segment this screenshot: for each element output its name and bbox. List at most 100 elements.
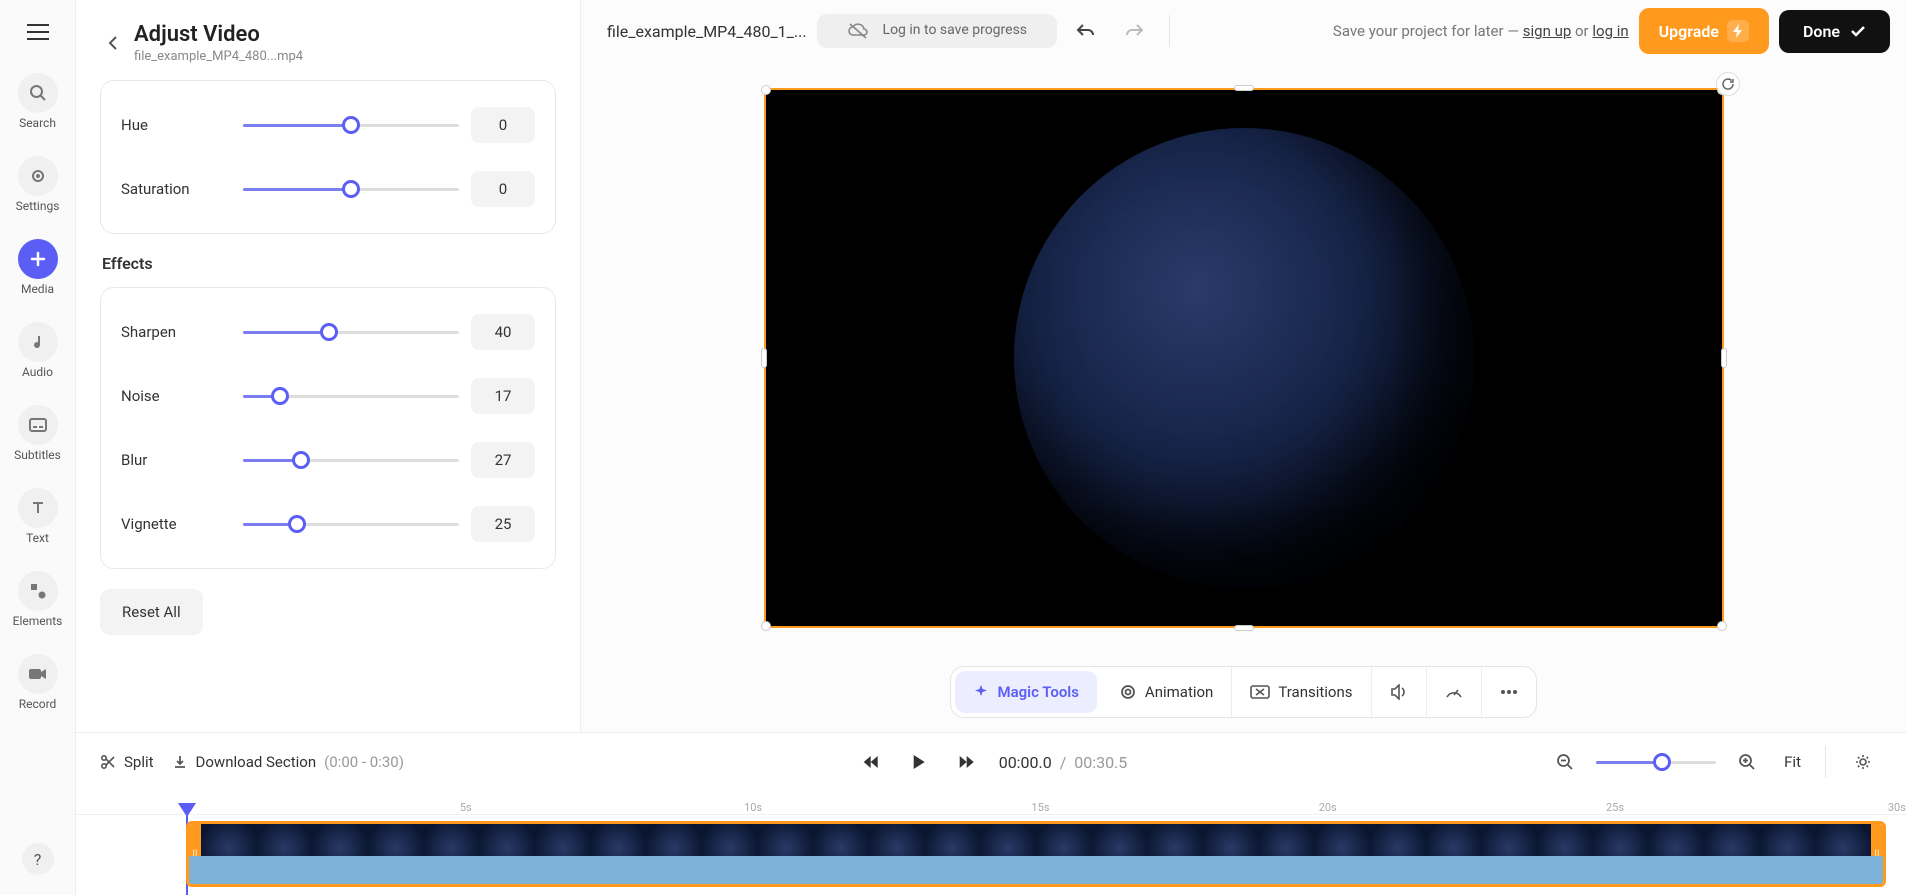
- video-clip[interactable]: || ||: [186, 821, 1886, 887]
- video-canvas[interactable]: [764, 88, 1724, 628]
- divider: [1169, 15, 1170, 47]
- transitions-button[interactable]: Transitions: [1232, 667, 1371, 717]
- forward-button[interactable]: [951, 746, 983, 778]
- nav-audio[interactable]: Audio: [0, 317, 75, 384]
- canvas-container: [581, 62, 1906, 654]
- split-button[interactable]: Split: [100, 753, 154, 771]
- log-in-link[interactable]: log in: [1592, 22, 1628, 40]
- left-nav: Search Settings Media Audio Subtitles Te…: [0, 0, 76, 895]
- nav-elements[interactable]: Elements: [0, 566, 75, 633]
- top-bar: file_example_MP4_480_1_... Log in to sav…: [581, 0, 1906, 62]
- nav-text[interactable]: Text: [0, 483, 75, 550]
- effects-title: Effects: [102, 254, 556, 273]
- undo-button[interactable]: [1067, 12, 1105, 50]
- nav-record[interactable]: Record: [0, 649, 75, 716]
- nav-label: Settings: [16, 199, 60, 213]
- play-button[interactable]: [903, 746, 935, 778]
- resize-handle[interactable]: [1234, 625, 1254, 631]
- vignette-label: Vignette: [121, 515, 231, 533]
- sharpen-row: Sharpen 40: [121, 300, 535, 364]
- noise-value[interactable]: 17: [471, 378, 535, 414]
- resize-handle[interactable]: [761, 85, 771, 95]
- volume-button[interactable]: [1372, 667, 1427, 717]
- saturation-value[interactable]: 0: [471, 171, 535, 207]
- login-chip[interactable]: Log in to save progress: [817, 14, 1058, 48]
- subtitles-icon: [18, 405, 58, 445]
- animation-button[interactable]: Animation: [1101, 667, 1232, 717]
- saturation-slider[interactable]: [243, 179, 459, 199]
- done-button[interactable]: Done: [1779, 10, 1890, 53]
- duration: 00:30.5: [1074, 753, 1127, 772]
- bolt-icon: [1727, 20, 1749, 42]
- tool-row: Magic Tools Animation Transitions: [581, 654, 1906, 732]
- resize-handle[interactable]: [1234, 85, 1254, 91]
- back-button[interactable]: [104, 31, 122, 55]
- timeline: Split Download Section (0:00 - 0:30) 00:…: [76, 732, 1906, 895]
- blur-slider[interactable]: [243, 450, 459, 470]
- resize-handle[interactable]: [1717, 621, 1727, 631]
- vignette-row: Vignette 25: [121, 492, 535, 556]
- speed-button[interactable]: [1427, 667, 1482, 717]
- resize-handle[interactable]: [761, 621, 771, 631]
- timeline-ruler[interactable]: 5s 10s 15s 20s 25s 30s: [76, 791, 1906, 815]
- nav-label: Search: [19, 116, 56, 130]
- menu-button[interactable]: [18, 12, 58, 52]
- more-button[interactable]: [1482, 667, 1536, 717]
- nav-label: Media: [21, 282, 54, 296]
- noise-slider[interactable]: [243, 386, 459, 406]
- nav-settings[interactable]: Settings: [0, 151, 75, 218]
- fit-button[interactable]: Fit: [1778, 753, 1807, 771]
- resize-handle[interactable]: [1721, 348, 1727, 368]
- adjust-panel: Adjust Video file_example_MP4_480...mp4 …: [76, 0, 581, 732]
- transitions-icon: [1250, 685, 1270, 699]
- nav-media[interactable]: Media: [0, 234, 75, 301]
- playback-controls: 00:00.0 / 00:30.5: [855, 746, 1128, 778]
- elements-icon: [18, 571, 58, 611]
- sharpen-label: Sharpen: [121, 323, 231, 341]
- vignette-slider[interactable]: [243, 514, 459, 534]
- nav-subtitles[interactable]: Subtitles: [0, 400, 75, 467]
- sign-up-link[interactable]: sign up: [1523, 22, 1572, 40]
- noise-label: Noise: [121, 387, 231, 405]
- zoom-out-button[interactable]: [1546, 743, 1584, 781]
- panel-subtitle: file_example_MP4_480...mp4: [134, 49, 303, 64]
- record-icon: [18, 654, 58, 694]
- help-button[interactable]: ?: [22, 843, 54, 875]
- blur-row: Blur 27: [121, 428, 535, 492]
- time-display: 00:00.0 / 00:30.5: [999, 753, 1128, 772]
- project-name[interactable]: file_example_MP4_480_1_...: [597, 22, 807, 41]
- hue-slider[interactable]: [243, 115, 459, 135]
- clip-audio-waveform: [189, 856, 1883, 884]
- saturation-label: Saturation: [121, 180, 231, 198]
- video-frame-earth: [1014, 128, 1474, 588]
- audio-icon: [18, 322, 58, 362]
- reset-all-button[interactable]: Reset All: [100, 589, 203, 635]
- timeline-settings-button[interactable]: [1844, 743, 1882, 781]
- settings-icon: [18, 156, 58, 196]
- redo-button[interactable]: [1115, 12, 1153, 50]
- nav-search[interactable]: Search: [0, 68, 75, 135]
- magic-tools-button[interactable]: Magic Tools: [955, 671, 1096, 713]
- download-section-button[interactable]: Download Section (0:00 - 0:30): [172, 753, 404, 771]
- refresh-icon[interactable]: [1716, 72, 1740, 96]
- check-icon: [1850, 25, 1866, 37]
- sharpen-slider[interactable]: [243, 322, 459, 342]
- timeline-tracks[interactable]: || ||: [76, 815, 1906, 895]
- hue-value[interactable]: 0: [471, 107, 535, 143]
- zoom-in-button[interactable]: [1728, 743, 1766, 781]
- preview-area: file_example_MP4_480_1_... Log in to sav…: [581, 0, 1906, 732]
- vignette-value[interactable]: 25: [471, 506, 535, 542]
- zoom-slider[interactable]: [1596, 754, 1716, 770]
- panel-title: Adjust Video: [134, 22, 303, 47]
- resize-handle[interactable]: [761, 348, 767, 368]
- color-controls: Hue 0 Saturation 0: [100, 80, 556, 234]
- volume-icon: [1390, 684, 1408, 700]
- nav-label: Record: [19, 697, 57, 711]
- rewind-button[interactable]: [855, 746, 887, 778]
- saturation-row: Saturation 0: [121, 157, 535, 221]
- download-icon: [172, 754, 188, 770]
- sharpen-value[interactable]: 40: [471, 314, 535, 350]
- upgrade-button[interactable]: Upgrade: [1639, 8, 1769, 54]
- blur-value[interactable]: 27: [471, 442, 535, 478]
- nav-label: Audio: [22, 365, 53, 379]
